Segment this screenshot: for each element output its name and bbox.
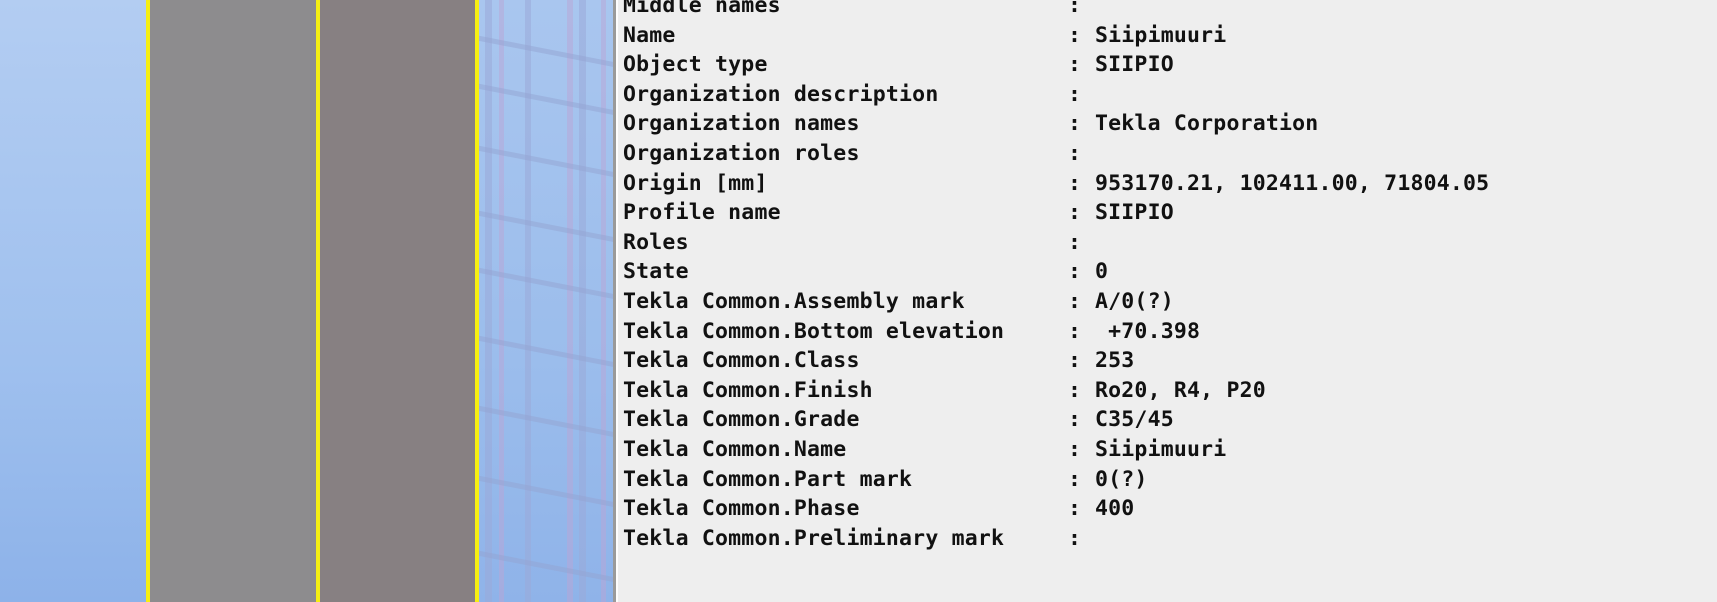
property-key: Organization names	[623, 111, 860, 137]
property-value: Siipimuuri	[1095, 436, 1227, 462]
property-row: Roles:	[623, 228, 1717, 258]
property-value: +70.398	[1095, 318, 1201, 344]
panel-divider-highlight	[616, 0, 618, 602]
property-key: Name	[623, 22, 676, 48]
property-row: Profile name: SIIPIO	[623, 198, 1717, 228]
tekla-3d-model-viewport[interactable]	[0, 0, 613, 602]
property-separator: :	[1068, 318, 1082, 344]
property-key: Tekla Common.Class	[623, 348, 860, 374]
property-separator: :	[1068, 200, 1082, 226]
model-wall-panel-right[interactable]	[320, 0, 475, 602]
property-row: Tekla Common.Bottom elevation: +70.398	[623, 317, 1717, 347]
viewport-background-sky	[0, 0, 148, 602]
property-key: Tekla Common.Part mark	[623, 466, 913, 492]
property-value: 0	[1095, 259, 1109, 285]
property-row: Object type: SIIPIO	[623, 50, 1717, 80]
model-ghost-wireframe-region[interactable]	[479, 0, 613, 602]
property-separator: :	[1068, 348, 1082, 374]
property-key: Tekla Common.Bottom elevation	[623, 318, 1005, 344]
property-row-list: Middle names: Name: Siipimuuri Object type:…	[623, 0, 1717, 553]
property-key: Roles	[623, 229, 689, 255]
property-separator: :	[1068, 288, 1082, 314]
property-value: 953170.21, 102411.00, 71804.05	[1095, 170, 1490, 196]
property-row: Tekla Common.Name: Siipimuuri	[623, 435, 1717, 465]
selection-highlight-edge-2	[316, 0, 320, 602]
property-separator: :	[1068, 52, 1082, 78]
selection-highlight-edge-1	[146, 0, 150, 602]
property-value: Siipimuuri	[1095, 22, 1227, 48]
property-row: Tekla Common.Grade: C35/45	[623, 405, 1717, 435]
property-row: Organization names: Tekla Corporation	[623, 109, 1717, 139]
property-row: Tekla Common.Preliminary mark:	[623, 524, 1717, 554]
property-key: Profile name	[623, 200, 781, 226]
property-value: 253	[1095, 348, 1135, 374]
property-row: State:0	[623, 257, 1717, 287]
property-row: Tekla Common.Assembly mark: A/0(?)	[623, 287, 1717, 317]
property-key: Organization description	[623, 81, 939, 107]
property-separator: :	[1068, 0, 1082, 18]
property-separator: :	[1068, 22, 1082, 48]
property-row: Tekla Common.Part mark:0(?)	[623, 465, 1717, 495]
property-separator: :	[1068, 111, 1082, 137]
property-row: Middle names:	[623, 0, 1717, 21]
property-value: Ro20, R4, P20	[1095, 377, 1266, 403]
property-row: Organization roles:	[623, 139, 1717, 169]
property-key: Tekla Common.Phase	[623, 496, 860, 522]
property-row: Tekla Common.Finish: Ro20, R4, P20	[623, 376, 1717, 406]
property-key: Tekla Common.Finish	[623, 377, 873, 403]
ghost-vertical-line	[579, 0, 586, 602]
property-separator: :	[1068, 81, 1082, 107]
property-separator: :	[1068, 466, 1082, 492]
ghost-vertical-line	[567, 0, 573, 602]
property-separator: :	[1068, 407, 1082, 433]
property-separator: :	[1068, 170, 1082, 196]
property-row: Tekla Common.Phase:400	[623, 494, 1717, 524]
property-separator: :	[1068, 496, 1082, 522]
property-key: Tekla Common.Assembly mark	[623, 288, 965, 314]
model-wall-panel-left[interactable]	[150, 0, 316, 602]
property-key: Middle names	[623, 0, 781, 18]
property-key: Organization roles	[623, 140, 860, 166]
ghost-vertical-line	[525, 0, 531, 602]
property-separator: :	[1068, 259, 1082, 285]
property-separator: :	[1068, 436, 1082, 462]
property-key: Object type	[623, 52, 768, 78]
property-key: Tekla Common.Name	[623, 436, 847, 462]
property-key: Origin [mm]	[623, 170, 768, 196]
property-row: Tekla Common.Class:253	[623, 346, 1717, 376]
property-key: Tekla Common.Grade	[623, 407, 860, 433]
property-separator: :	[1068, 525, 1082, 551]
property-key: State	[623, 259, 689, 285]
properties-panel[interactable]: Middle names: Name: Siipimuuri Object type:…	[613, 0, 1717, 602]
property-row: Origin [mm]:953170.21, 102411.00, 71804.…	[623, 169, 1717, 199]
property-separator: :	[1068, 229, 1082, 255]
property-key: Tekla Common.Preliminary mark	[623, 525, 1005, 551]
property-value: A/0(?)	[1095, 288, 1174, 314]
property-value: SIIPIO	[1095, 200, 1174, 226]
property-value: C35/45	[1095, 407, 1174, 433]
ghost-vertical-line	[601, 0, 606, 602]
property-row: Name: Siipimuuri	[623, 21, 1717, 51]
application-window: Middle names: Name: Siipimuuri Object type:…	[0, 0, 1717, 602]
property-value: 400	[1095, 496, 1135, 522]
property-value: 0(?)	[1095, 466, 1148, 492]
property-row: Organization description:	[623, 80, 1717, 110]
property-value: Tekla Corporation	[1095, 111, 1319, 137]
property-separator: :	[1068, 377, 1082, 403]
property-separator: :	[1068, 140, 1082, 166]
property-value: SIIPIO	[1095, 52, 1174, 78]
